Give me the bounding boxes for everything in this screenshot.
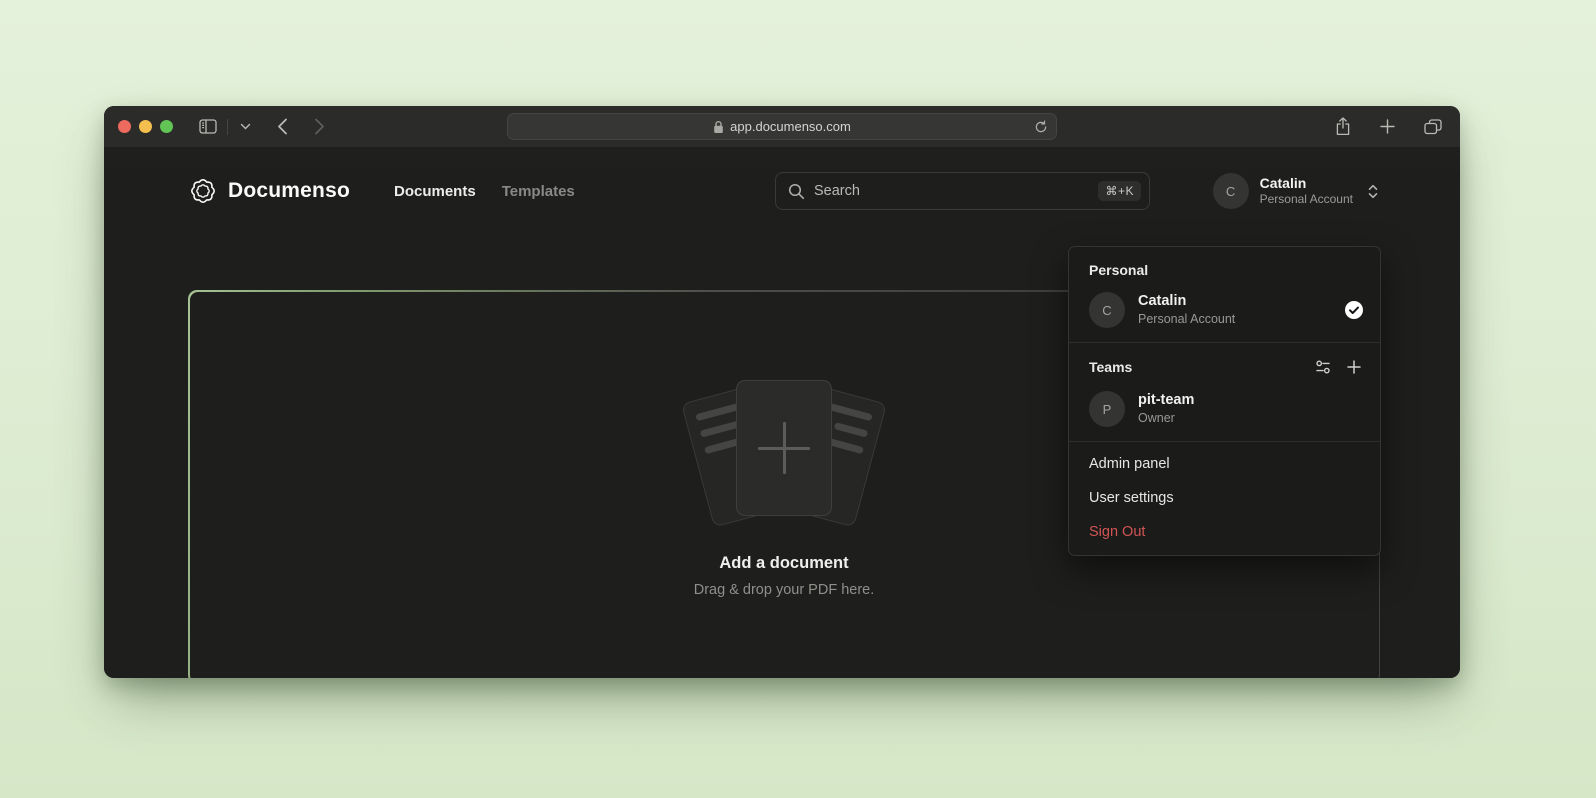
account-name: Catalin — [1260, 175, 1353, 193]
teams-section-header: Teams — [1069, 348, 1380, 384]
check-badge-icon — [1344, 300, 1364, 320]
account-menu-trigger[interactable]: C Catalin Personal Account — [1213, 173, 1380, 209]
menu-item-user-settings[interactable]: User settings — [1069, 481, 1380, 515]
teams-section-label: Teams — [1089, 359, 1302, 375]
search-input[interactable]: Search ⌘+K — [775, 172, 1150, 210]
menu-item-sign-out[interactable]: Sign Out — [1069, 515, 1380, 549]
team-settings-sliders-icon[interactable] — [1312, 356, 1334, 378]
main-nav: Documents Templates — [394, 183, 575, 200]
reload-icon[interactable] — [1034, 119, 1048, 134]
brand-name: Documenso — [228, 179, 350, 203]
traffic-lights — [118, 120, 173, 133]
chevron-up-down-icon — [1366, 183, 1380, 200]
menu-divider — [1069, 441, 1380, 442]
back-icon[interactable] — [273, 114, 292, 139]
personal-section-label: Personal — [1069, 253, 1380, 285]
toolbar-divider — [227, 119, 228, 135]
nav-templates[interactable]: Templates — [502, 183, 575, 200]
search-shortcut-badge: ⌘+K — [1098, 181, 1141, 201]
personal-type: Personal Account — [1138, 311, 1331, 327]
team-name: pit-team — [1138, 391, 1364, 410]
menu-divider — [1069, 342, 1380, 343]
personal-name: Catalin — [1138, 292, 1331, 311]
search-icon — [788, 183, 805, 200]
account-type: Personal Account — [1260, 192, 1353, 207]
zoom-window-button[interactable] — [160, 120, 173, 133]
minimize-window-button[interactable] — [139, 120, 152, 133]
sidebar-toggle-icon[interactable] — [195, 115, 221, 138]
document-card-center — [736, 380, 832, 516]
dropzone-title: Add a document — [719, 554, 848, 573]
tab-overview-icon[interactable] — [1420, 115, 1446, 139]
documenso-app: Documenso Documents Templates Search ⌘+K… — [104, 169, 1460, 678]
personal-account-item[interactable]: C Catalin Personal Account — [1069, 285, 1380, 337]
lock-icon — [713, 120, 724, 134]
team-avatar: P — [1089, 391, 1125, 427]
team-item[interactable]: P pit-team Owner — [1069, 384, 1380, 436]
address-bar[interactable]: app.documenso.com — [507, 113, 1057, 140]
app-header: Documenso Documents Templates Search ⌘+K… — [188, 169, 1380, 213]
documenso-logo-icon — [188, 176, 218, 206]
share-icon[interactable] — [1331, 113, 1355, 140]
forward-icon[interactable] — [310, 114, 329, 139]
dropzone-subtitle: Drag & drop your PDF here. — [694, 582, 875, 598]
browser-window: app.documenso.com — [104, 106, 1460, 678]
account-avatar: C — [1213, 173, 1249, 209]
search-placeholder: Search — [814, 183, 1089, 199]
account-dropdown-menu: Personal C Catalin Personal Account Team… — [1068, 246, 1381, 556]
nav-documents[interactable]: Documents — [394, 183, 476, 200]
menu-item-admin-panel[interactable]: Admin panel — [1069, 447, 1380, 481]
plus-icon — [758, 422, 810, 474]
new-tab-plus-icon[interactable] — [1376, 115, 1399, 138]
personal-avatar: C — [1089, 292, 1125, 328]
card-stack-illustration — [674, 376, 894, 528]
sidebar-chevron-down-icon[interactable] — [236, 119, 255, 134]
add-team-plus-icon[interactable] — [1344, 357, 1364, 377]
team-role: Owner — [1138, 410, 1364, 426]
browser-toolbar: app.documenso.com — [104, 106, 1460, 147]
close-window-button[interactable] — [118, 120, 131, 133]
brand[interactable]: Documenso — [188, 176, 350, 206]
url-text: app.documenso.com — [730, 119, 851, 134]
